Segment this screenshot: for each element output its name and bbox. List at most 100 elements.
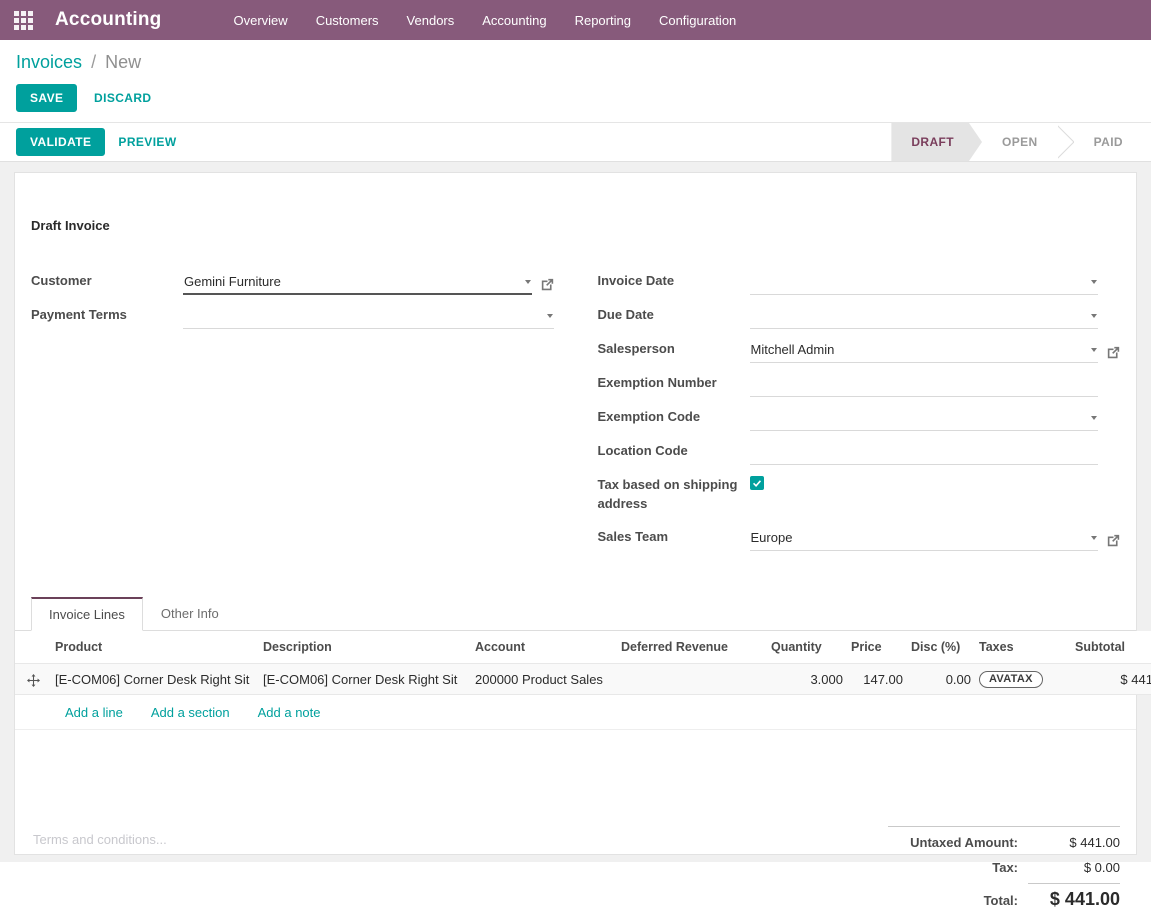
payment-terms-input[interactable] xyxy=(183,305,554,329)
discard-button[interactable]: DISCARD xyxy=(81,85,164,111)
status-chevron-separator xyxy=(1058,123,1074,161)
menu-vendors[interactable]: Vendors xyxy=(393,0,469,40)
cell-subtotal: $ 441.00 xyxy=(1071,664,1151,695)
top-navbar: Accounting Overview Customers Vendors Ac… xyxy=(0,0,1151,40)
add-a-line-link[interactable]: Add a line xyxy=(65,705,123,720)
col-account[interactable]: Account xyxy=(471,631,617,664)
add-a-note-link[interactable]: Add a note xyxy=(258,705,321,720)
tax-badge[interactable]: AVATAX xyxy=(979,671,1043,688)
chevron-down-icon[interactable] xyxy=(1091,416,1097,420)
validate-button[interactable]: VALIDATE xyxy=(16,128,105,156)
location-code-input[interactable] xyxy=(750,441,1099,465)
breadcrumb: Invoices / New xyxy=(16,52,1135,73)
page-content: Draft Invoice Customer Gemini Furniture xyxy=(0,162,1151,862)
menu-accounting[interactable]: Accounting xyxy=(468,0,560,40)
field-due-date: Due Date xyxy=(598,303,1121,329)
breadcrumb-current: New xyxy=(105,52,141,72)
chevron-down-icon[interactable] xyxy=(1091,280,1097,284)
tax-label: Tax: xyxy=(992,860,1018,875)
total-label: Total: xyxy=(984,893,1018,908)
cell-disc[interactable]: 0.00 xyxy=(907,664,975,695)
col-disc[interactable]: Disc (%) xyxy=(907,631,975,664)
invoice-line-row[interactable]: [E-COM06] Corner Desk Right Sit [E-COM06… xyxy=(15,664,1151,695)
invoice-form-sheet: Draft Invoice Customer Gemini Furniture xyxy=(14,172,1137,855)
status-paid[interactable]: PAID xyxy=(1074,123,1143,161)
field-tax-based-on-shipping: Tax based on shipping address xyxy=(598,473,1121,517)
sales-team-label: Sales Team xyxy=(598,525,750,551)
tax-shipping-checkbox[interactable] xyxy=(750,476,764,490)
status-open[interactable]: OPEN xyxy=(982,123,1058,161)
save-button[interactable]: SAVE xyxy=(16,84,77,112)
col-product[interactable]: Product xyxy=(51,631,259,664)
customer-external-link-icon[interactable] xyxy=(541,278,554,291)
invoice-date-input[interactable] xyxy=(750,271,1099,295)
breadcrumb-separator: / xyxy=(91,52,96,72)
preview-button[interactable]: PREVIEW xyxy=(105,129,189,155)
col-deferred-revenue[interactable]: Deferred Revenue xyxy=(617,631,767,664)
chevron-down-icon[interactable] xyxy=(1091,314,1097,318)
sales-team-external-link-icon[interactable] xyxy=(1107,534,1120,547)
exemption-code-input[interactable] xyxy=(750,407,1099,431)
exemption-code-label: Exemption Code xyxy=(598,405,750,431)
breadcrumb-invoices-link[interactable]: Invoices xyxy=(16,52,82,72)
notebook-tabs: Invoice Lines Other Info xyxy=(15,597,1136,631)
col-quantity[interactable]: Quantity xyxy=(767,631,847,664)
sales-team-value: Europe xyxy=(751,530,793,545)
drag-handle-icon[interactable] xyxy=(27,674,40,687)
invoice-lines-table: Product Description Account Deferred Rev… xyxy=(15,631,1151,695)
control-panel: Invoices / New SAVE DISCARD xyxy=(0,40,1151,122)
form-title: Draft Invoice xyxy=(31,218,1120,233)
chevron-down-icon[interactable] xyxy=(1091,536,1097,540)
sales-team-input[interactable]: Europe xyxy=(750,527,1099,551)
field-payment-terms: Payment Terms xyxy=(31,303,554,329)
tab-other-info[interactable]: Other Info xyxy=(143,597,237,631)
cell-description[interactable]: [E-COM06] Corner Desk Right Sit xyxy=(259,664,471,695)
col-subtotal[interactable]: Subtotal xyxy=(1071,631,1151,664)
salesperson-external-link-icon[interactable] xyxy=(1107,346,1120,359)
menu-overview[interactable]: Overview xyxy=(220,0,302,40)
col-price[interactable]: Price xyxy=(847,631,907,664)
total-value: $ 441.00 xyxy=(1028,883,1120,910)
field-invoice-date: Invoice Date xyxy=(598,269,1121,295)
tax-shipping-label: Tax based on shipping address xyxy=(598,473,750,517)
salesperson-value: Mitchell Admin xyxy=(751,342,835,357)
invoice-date-label: Invoice Date xyxy=(598,269,750,295)
cell-deferred-revenue[interactable] xyxy=(617,664,767,695)
field-customer: Customer Gemini Furniture xyxy=(31,269,554,295)
status-draft[interactable]: DRAFT xyxy=(891,123,982,161)
payment-terms-label: Payment Terms xyxy=(31,303,183,329)
cell-account[interactable]: 200000 Product Sales xyxy=(471,664,617,695)
salesperson-input[interactable]: Mitchell Admin xyxy=(750,339,1099,363)
cell-price[interactable]: 147.00 xyxy=(847,664,907,695)
chevron-down-icon[interactable] xyxy=(1091,348,1097,352)
apps-grid-icon[interactable] xyxy=(14,11,33,30)
cell-taxes[interactable]: AVATAX xyxy=(975,664,1071,695)
chevron-down-icon[interactable] xyxy=(547,314,553,318)
menu-reporting[interactable]: Reporting xyxy=(561,0,645,40)
add-a-section-link[interactable]: Add a section xyxy=(151,705,230,720)
field-location-code: Location Code xyxy=(598,439,1121,465)
location-code-label: Location Code xyxy=(598,439,750,465)
menu-customers[interactable]: Customers xyxy=(302,0,393,40)
field-exemption-number: Exemption Number xyxy=(598,371,1121,397)
line-add-links: Add a line Add a section Add a note xyxy=(15,695,1136,730)
due-date-input[interactable] xyxy=(750,305,1099,329)
exemption-number-input[interactable] xyxy=(750,373,1099,397)
col-description[interactable]: Description xyxy=(259,631,471,664)
col-taxes[interactable]: Taxes xyxy=(975,631,1071,664)
form-fields: Customer Gemini Furniture Payment Terms xyxy=(15,269,1136,559)
customer-input[interactable]: Gemini Furniture xyxy=(183,271,532,295)
cell-quantity[interactable]: 3.000 xyxy=(767,664,847,695)
app-title: Accounting xyxy=(55,9,162,31)
tab-invoice-lines[interactable]: Invoice Lines xyxy=(31,597,143,631)
chevron-down-icon[interactable] xyxy=(525,280,531,284)
salesperson-label: Salesperson xyxy=(598,337,750,363)
terms-and-conditions-input[interactable] xyxy=(31,831,684,848)
field-sales-team: Sales Team Europe xyxy=(598,525,1121,551)
tax-value: $ 0.00 xyxy=(1028,860,1120,875)
field-exemption-code: Exemption Code xyxy=(598,405,1121,431)
menu-configuration[interactable]: Configuration xyxy=(645,0,750,40)
cell-product[interactable]: [E-COM06] Corner Desk Right Sit xyxy=(51,664,259,695)
field-salesperson: Salesperson Mitchell Admin xyxy=(598,337,1121,363)
main-menu: Overview Customers Vendors Accounting Re… xyxy=(220,0,751,40)
